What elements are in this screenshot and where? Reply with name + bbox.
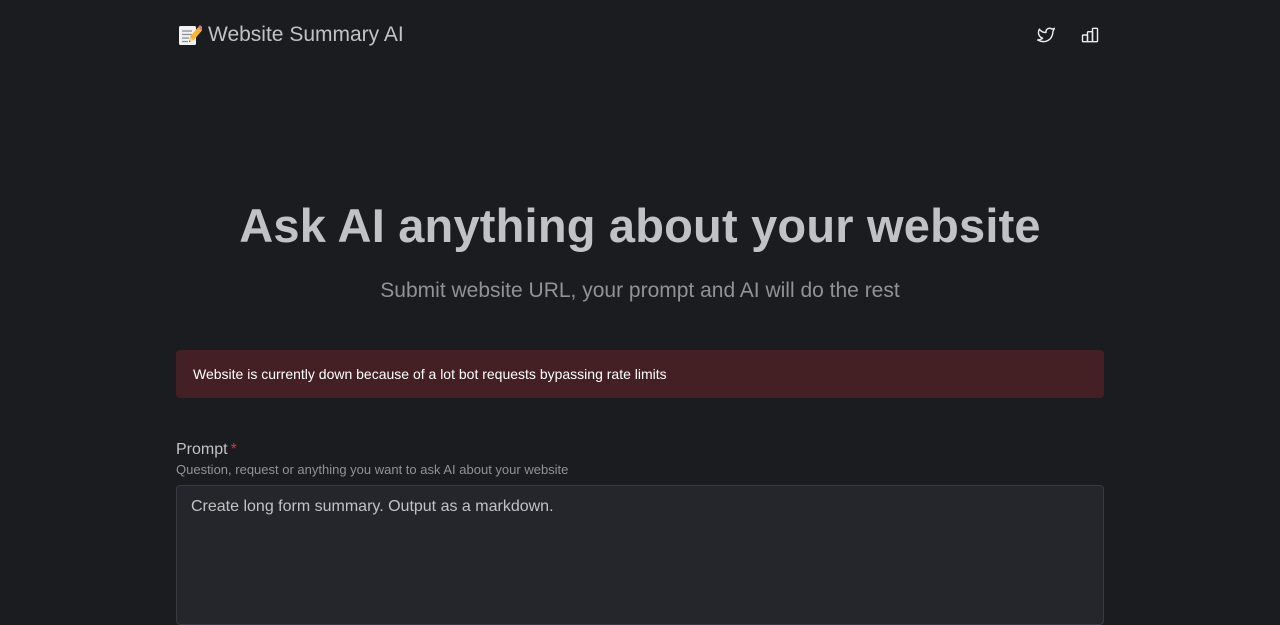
twitter-icon	[1036, 25, 1056, 45]
required-marker: *	[230, 441, 237, 458]
prompt-description: Question, request or anything you want t…	[176, 462, 569, 477]
bar-chart-icon	[1080, 25, 1100, 45]
stats-button[interactable]	[1076, 21, 1104, 49]
memo-icon	[176, 22, 204, 48]
page-title: Ask AI anything about your website	[239, 199, 1041, 252]
prompt-label: Prompt *	[176, 441, 237, 458]
prompt-input[interactable]: Create long form summary. Output as a ma…	[176, 485, 1104, 625]
page-subtitle: Submit website URL, your prompt and AI w…	[380, 279, 900, 302]
status-alert: Website is currently down because of a l…	[176, 350, 1104, 398]
twitter-button[interactable]	[1032, 21, 1060, 49]
brand-link[interactable]: Website Summary AI	[176, 22, 404, 48]
alert-message: Website is currently down because of a l…	[193, 366, 667, 382]
prompt-label-text: Prompt	[176, 441, 228, 458]
prompt-field: Prompt * Question, request or anything yo…	[176, 439, 1104, 625]
header-actions	[1032, 21, 1104, 49]
brand-title: Website Summary AI	[208, 23, 404, 46]
site-header: Website Summary AI	[176, 16, 1104, 54]
